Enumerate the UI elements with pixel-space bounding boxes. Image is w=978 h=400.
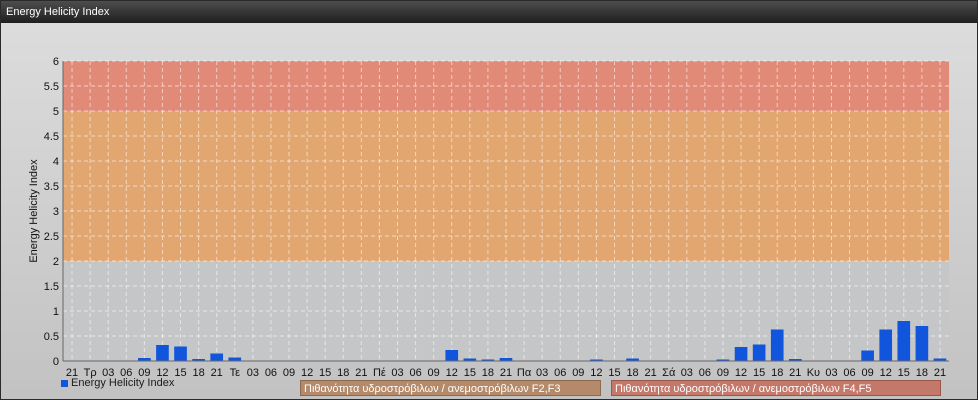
- x-tick-label: 09: [428, 367, 440, 379]
- x-tick-label: 12: [590, 367, 602, 379]
- x-tick-label: 18: [626, 367, 638, 379]
- y-tick-label: 3.5: [44, 181, 59, 193]
- bar: [861, 350, 874, 361]
- bar: [210, 353, 224, 361]
- bar: [228, 357, 242, 361]
- y-tick-label: 4: [53, 156, 59, 168]
- x-tick-label: 03: [536, 367, 548, 379]
- bar: [879, 329, 893, 361]
- y-tick-label: 3: [53, 206, 59, 218]
- x-tick-label: 12: [880, 367, 892, 379]
- y-axis-label: Energy Helicity Index: [28, 159, 40, 263]
- x-tick-label: 06: [699, 367, 711, 379]
- bar: [734, 347, 748, 361]
- x-tick-label: 18: [482, 367, 494, 379]
- bar: [770, 329, 784, 361]
- window-title: Energy Helicity Index: [1, 1, 977, 23]
- x-tick-label: 21: [355, 367, 367, 379]
- band-label-f2-f3: Πιθανότητα υδροστρόβιλων / ανεμοστρόβιλω…: [300, 380, 601, 396]
- x-tick-label: 12: [446, 367, 458, 379]
- bar: [445, 350, 459, 361]
- x-tick-label: Σά: [662, 367, 676, 379]
- x-tick-label: 06: [409, 367, 421, 379]
- x-tick-label: 15: [608, 367, 620, 379]
- x-tick-label: 18: [337, 367, 349, 379]
- x-tick-label: 21: [934, 367, 946, 379]
- x-tick-label: 18: [771, 367, 783, 379]
- bar: [897, 321, 911, 361]
- chart-area: 0 0.5 1 1.5 2 2.5 3 3.5 4 4.5 5 5.5 6 21 Τρ 03 06 09 12 15 1…: [1, 23, 977, 399]
- x-tick-label: 15: [753, 367, 765, 379]
- bar: [752, 344, 766, 361]
- x-tick-label: 21: [211, 367, 223, 379]
- x-tick-label: 21: [789, 367, 801, 379]
- x-tick-label: 03: [247, 367, 259, 379]
- x-tick-label: 06: [265, 367, 277, 379]
- x-tick-label: 15: [174, 367, 186, 379]
- legend-swatch: [61, 379, 68, 387]
- band-label-f4-f5: Πιθανότητα υδροστρόβιλων / ανεμοστρόβιλω…: [611, 380, 941, 396]
- x-tick-label: 15: [898, 367, 910, 379]
- x-tick-label: 09: [717, 367, 729, 379]
- x-tick-label: 18: [192, 367, 204, 379]
- bar: [174, 346, 187, 361]
- x-tick-label: 18: [916, 367, 928, 379]
- y-tick-label: 5.5: [44, 81, 59, 93]
- y-tick-label: 0.5: [44, 331, 59, 343]
- y-tick-label: 6: [53, 56, 59, 68]
- y-tick-label: 2.5: [44, 231, 59, 243]
- bar: [915, 326, 929, 361]
- legend-series-label: Energy Helicity Index: [71, 377, 175, 389]
- x-tick-label: Πέ: [373, 367, 386, 379]
- x-tick-label: 09: [572, 367, 584, 379]
- y-tick-label: 0: [53, 356, 59, 368]
- ehi-chart: 00.511.522.533.544.555.5621 Τρ 03 06 09 12 15 1…: [28, 56, 949, 379]
- y-tick-label: 1.5: [44, 281, 59, 293]
- x-tick-label: 09: [283, 367, 295, 379]
- legend: Energy Helicity Index: [61, 376, 174, 390]
- x-tick-label: 03: [681, 367, 693, 379]
- y-tick-label: 5: [53, 106, 59, 118]
- x-tick-label: 06: [554, 367, 566, 379]
- x-tick-label: 12: [301, 367, 313, 379]
- x-tick-label: 03: [825, 367, 837, 379]
- y-tick-label: 4.5: [44, 131, 59, 143]
- x-tick-label: 15: [319, 367, 331, 379]
- y-tick-label: 2: [53, 256, 59, 268]
- x-tick-label: 12: [735, 367, 747, 379]
- bar: [156, 345, 169, 361]
- x-tick-label: 15: [464, 367, 476, 379]
- y-tick-label: 1: [53, 306, 59, 318]
- chart-window: Energy Helicity Index 0 0.5 1 1.5 2 2.5 3 3.5 4 4…: [0, 0, 978, 400]
- x-tick-label: Τε: [230, 367, 241, 379]
- x-tick-label: 09: [862, 367, 874, 379]
- x-tick-label: 06: [843, 367, 855, 379]
- x-tick-label: Πα: [517, 367, 532, 379]
- x-tick-label: 21: [500, 367, 512, 379]
- x-tick-label: Κυ: [807, 367, 820, 379]
- x-tick-label: 21: [645, 367, 657, 379]
- x-tick-label: 03: [391, 367, 403, 379]
